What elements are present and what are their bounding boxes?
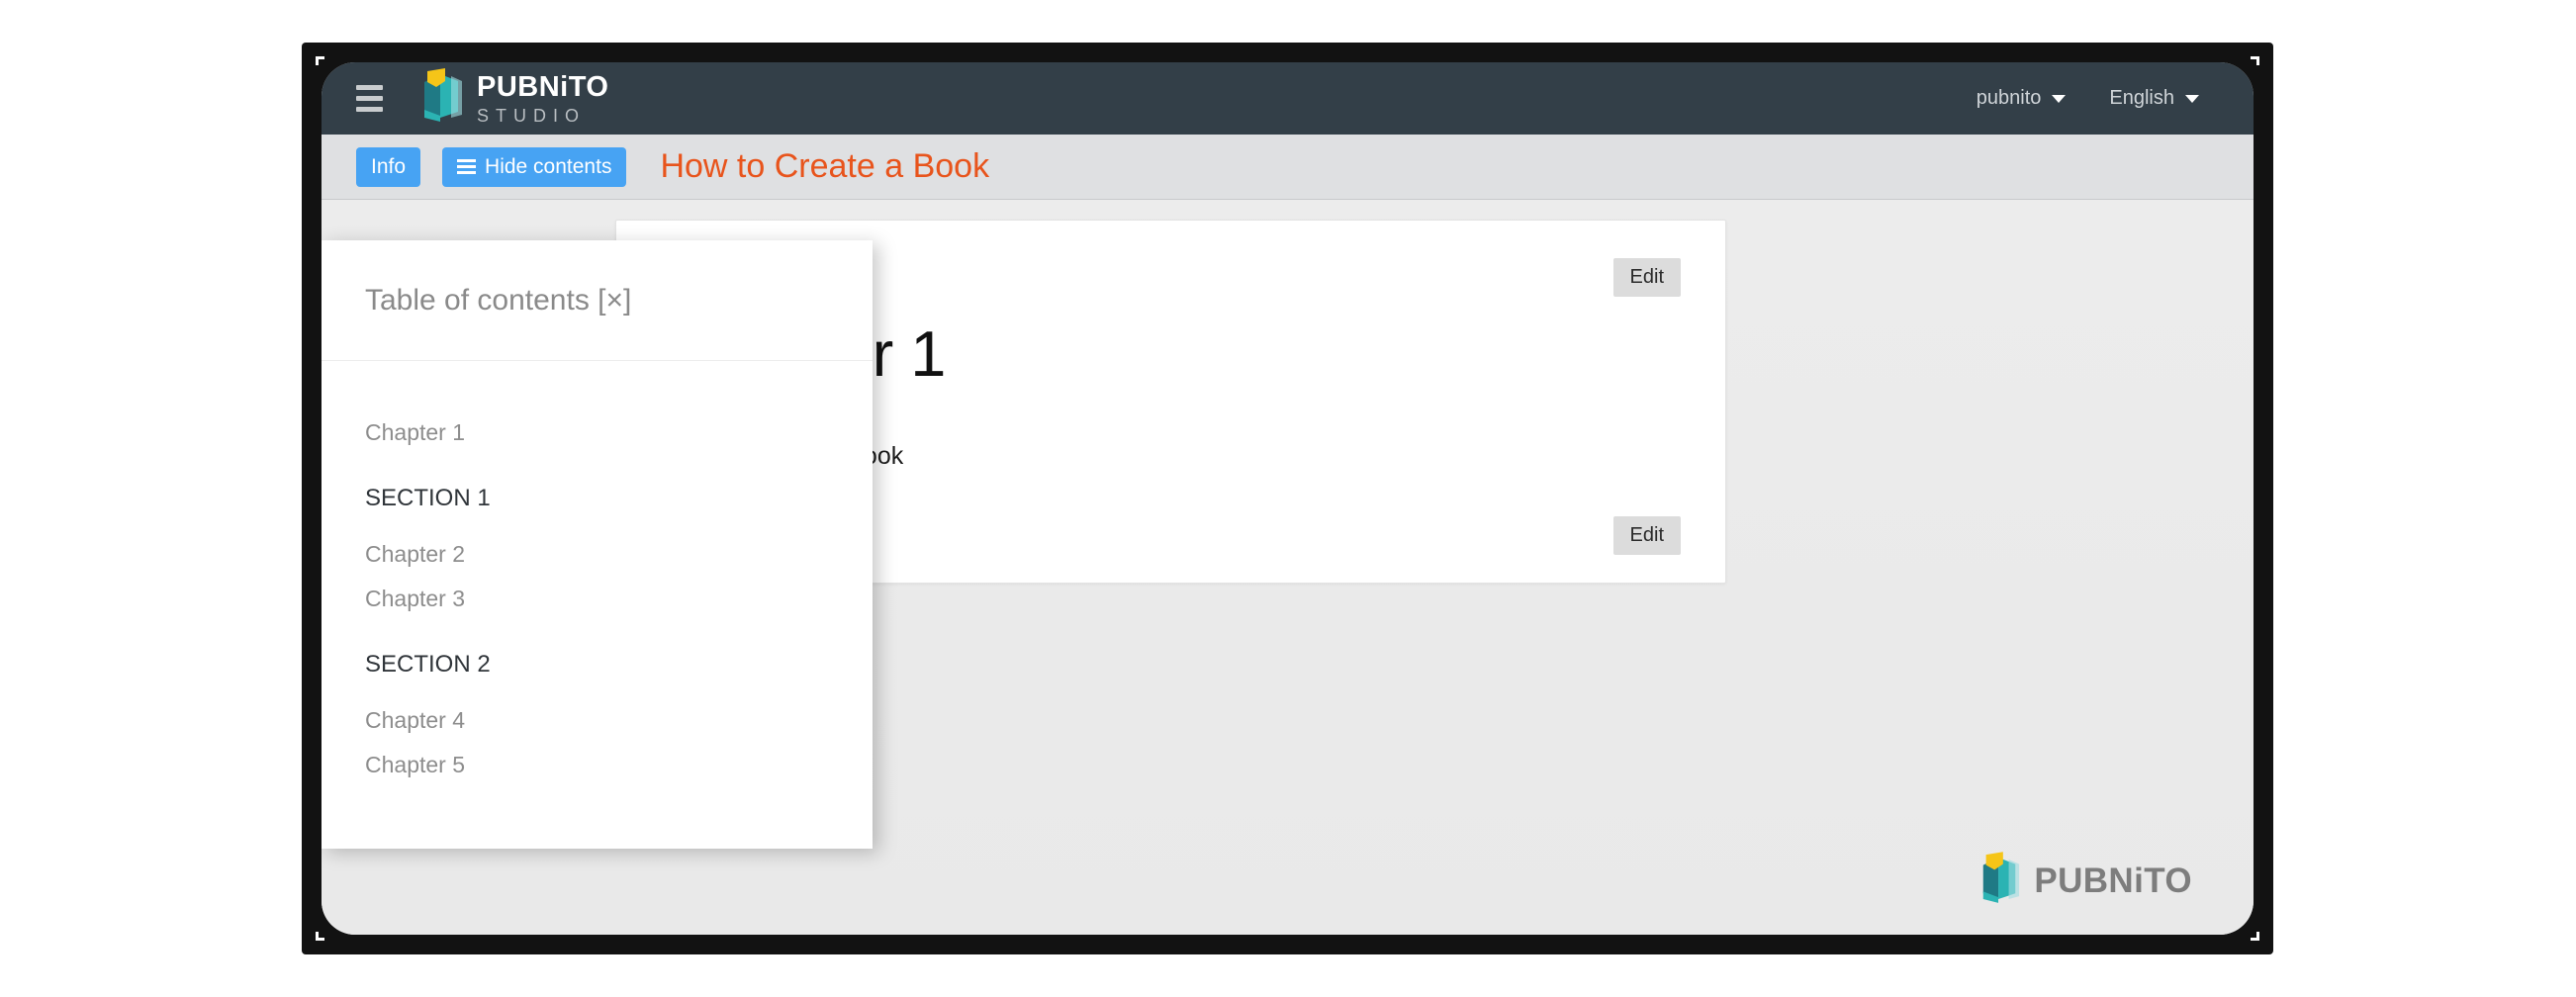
book-toolbar: Info Hide contents How to Create a Book <box>322 135 2254 200</box>
footer-logo-text: PUBNiTO <box>2034 861 2192 900</box>
table-of-contents-panel: Table of contents [×] Chapter 1 SECTION … <box>322 240 873 849</box>
hamburger-bar <box>355 96 383 101</box>
toc-item-chapter-1[interactable]: Chapter 1 <box>322 410 873 455</box>
info-button[interactable]: Info <box>356 146 421 187</box>
chevron-down-icon <box>2185 94 2199 103</box>
language-label: English <box>2109 87 2174 109</box>
edit-body-button[interactable]: Edit <box>1612 516 1681 555</box>
page-body: Edit Chapter 1 How to create a book Edit… <box>322 200 2254 935</box>
chevron-down-icon <box>2052 94 2067 103</box>
device-frame: PUBNiTO STUDIO pubnito English Info Hide… <box>302 43 2273 954</box>
edit-heading-button[interactable]: Edit <box>1612 258 1681 297</box>
toc-list: Chapter 1 SECTION 1 Chapter 2 Chapter 3 … <box>322 361 873 787</box>
toc-item-section-1[interactable]: SECTION 1 <box>322 476 873 521</box>
toc-header: Table of contents [×] <box>322 240 873 361</box>
info-button-label: Info <box>371 154 407 178</box>
brand-name: PUBNiTO <box>477 70 609 103</box>
hide-contents-button[interactable]: Hide contents <box>442 146 627 187</box>
brand-logo[interactable]: PUBNiTO STUDIO <box>418 68 608 129</box>
hamburger-bar <box>355 85 383 90</box>
account-dropdown[interactable]: pubnito <box>1977 87 2067 110</box>
hamburger-menu-icon[interactable] <box>347 77 391 121</box>
top-navbar: PUBNiTO STUDIO pubnito English <box>322 62 2254 135</box>
toc-item-chapter-2[interactable]: Chapter 2 <box>322 532 873 577</box>
toc-header-label-with-close[interactable]: Table of contents [×] <box>365 284 631 317</box>
hamburger-bar <box>355 107 383 112</box>
footer-logo: PUBNiTO <box>1978 852 2192 910</box>
toc-item-chapter-5[interactable]: Chapter 5 <box>322 743 873 787</box>
hide-contents-label: Hide contents <box>485 154 612 178</box>
navbar-right-group: pubnito English <box>1977 87 2254 110</box>
language-dropdown[interactable]: English <box>2109 87 2199 110</box>
toc-item-chapter-4[interactable]: Chapter 4 <box>322 698 873 743</box>
book-logo-icon <box>418 68 464 129</box>
account-label: pubnito <box>1976 87 2042 109</box>
bars-icon <box>457 159 477 174</box>
app-viewport: PUBNiTO STUDIO pubnito English Info Hide… <box>322 62 2254 935</box>
page-title: How to Create a Book <box>660 147 990 185</box>
toc-item-section-2[interactable]: SECTION 2 <box>322 642 873 687</box>
brand-tagline: STUDIO <box>477 105 587 126</box>
book-logo-icon <box>1978 852 2021 910</box>
toc-item-chapter-3[interactable]: Chapter 3 <box>322 577 873 621</box>
